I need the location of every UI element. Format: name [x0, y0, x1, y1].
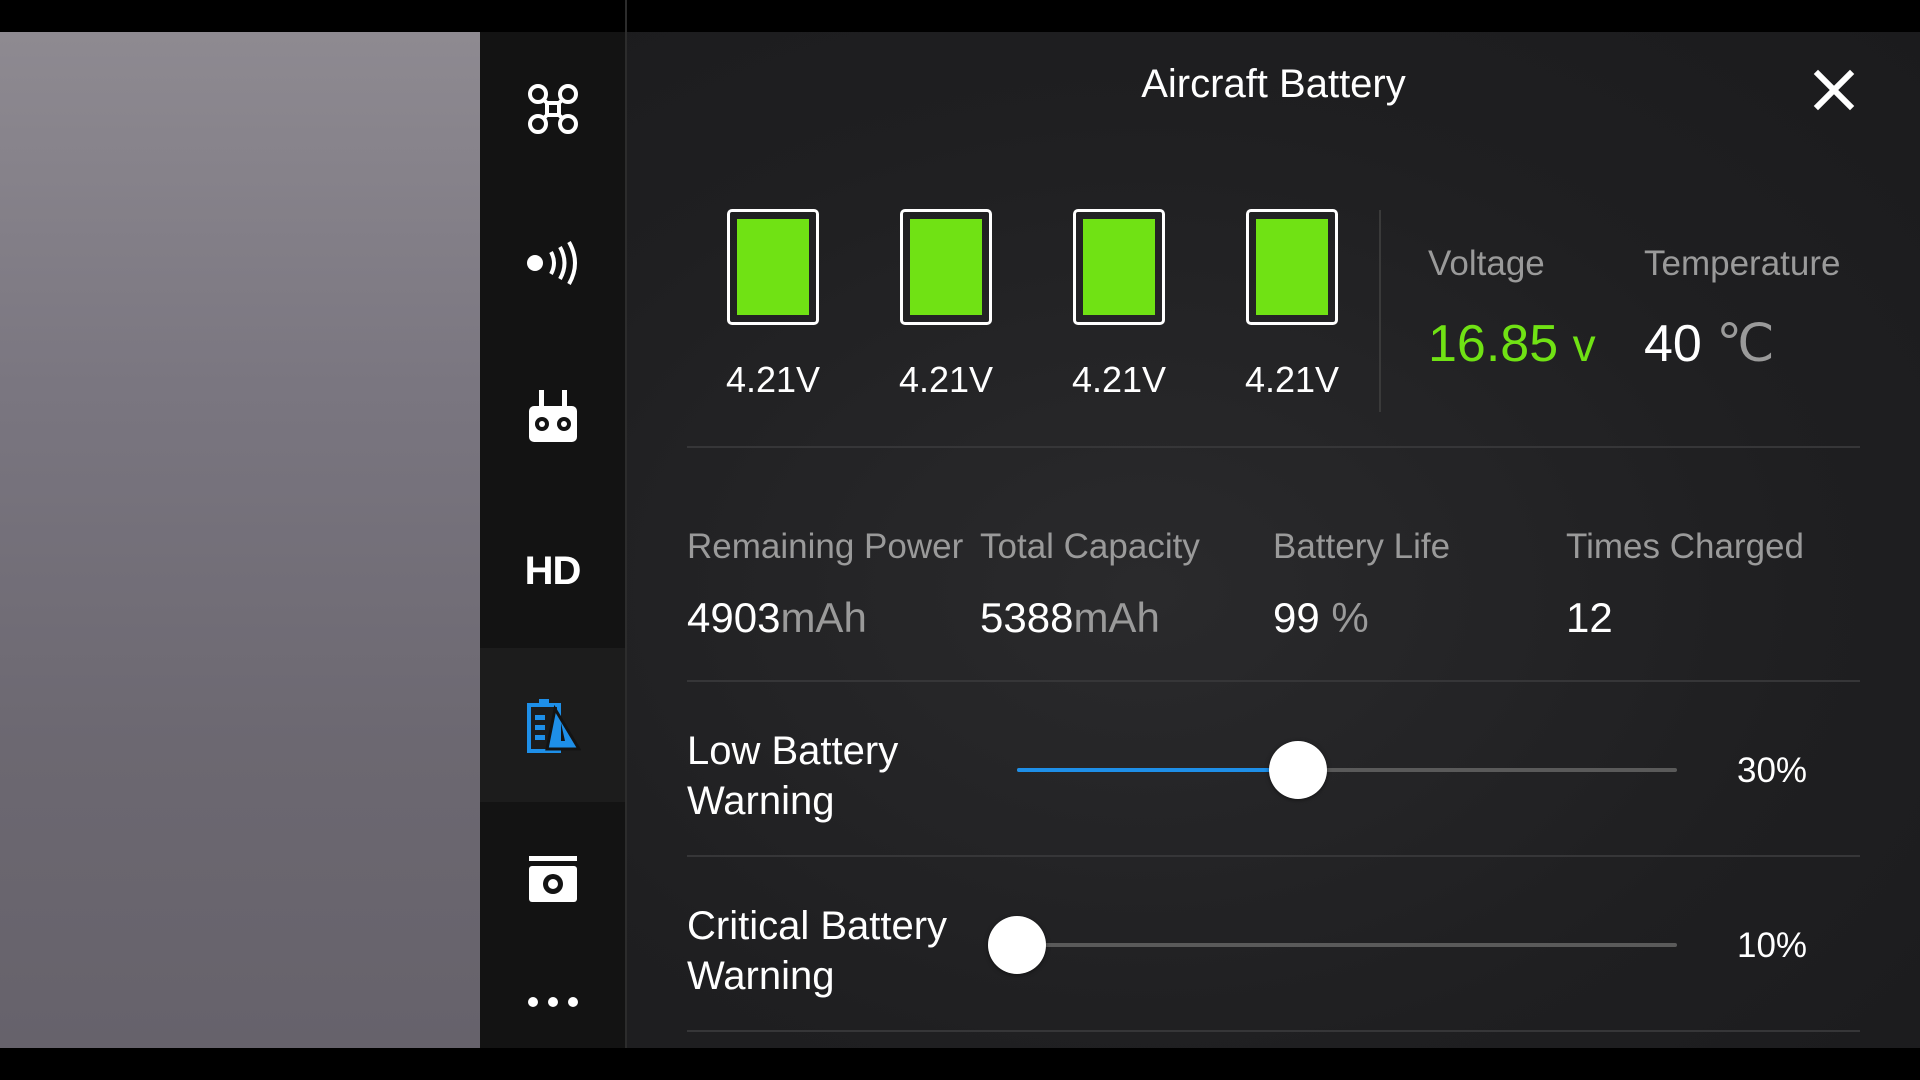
sidebar-item-more[interactable]	[480, 956, 625, 1048]
cell-indicator	[727, 209, 819, 325]
temperature-label: Temperature	[1644, 244, 1841, 283]
remaining-power-label: Remaining Power	[687, 527, 964, 566]
settings-sidebar: HD	[480, 32, 625, 1048]
battery-icon	[526, 699, 581, 753]
low-battery-label-line1: Low Battery	[687, 729, 899, 773]
battery-life-value: 99 %	[1273, 594, 1369, 642]
cell-fill	[737, 219, 809, 315]
cell-indicator	[900, 209, 992, 325]
sidebar-item-battery[interactable]	[480, 648, 625, 802]
sidebar-item-remote-controller[interactable]	[480, 340, 625, 494]
section-divider	[687, 855, 1860, 857]
cells-separator	[1379, 210, 1381, 412]
section-divider	[687, 446, 1860, 448]
times-charged-label: Times Charged	[1566, 527, 1804, 566]
remaining-power-number: 4903	[687, 594, 781, 641]
slider-thumb[interactable]	[988, 916, 1046, 974]
low-battery-warning-value: 30%	[1737, 751, 1808, 790]
battery-cell-2: 4.21V	[896, 209, 996, 401]
cell-indicator	[1073, 209, 1165, 325]
battery-cell-3: 4.21V	[1069, 209, 1169, 401]
temperature-unit: ℃	[1716, 315, 1775, 373]
cell-voltage: 4.21V	[898, 359, 994, 400]
close-button[interactable]	[1812, 68, 1856, 112]
battery-cell-4: 4.21V	[1242, 209, 1342, 401]
voltage-value: 16.85 v	[1428, 314, 1596, 374]
critical-battery-label-line1: Critical Battery	[687, 904, 948, 948]
cell-voltage: 4.21V	[1244, 359, 1340, 400]
cell-voltage: 4.21V	[1071, 359, 1167, 400]
top-frame-bar	[0, 0, 1920, 32]
low-battery-label-line2: Warning	[687, 779, 835, 823]
battery-life-number: 99	[1273, 594, 1320, 641]
slider-fill	[1017, 768, 1298, 772]
panel-title: Aircraft Battery	[1141, 62, 1406, 106]
more-icon	[527, 997, 578, 1007]
camera-preview[interactable]	[0, 32, 480, 1048]
low-battery-warning-slider[interactable]	[1017, 741, 1677, 799]
slider-track	[1017, 943, 1677, 947]
remaining-power-unit: mAh	[780, 594, 867, 641]
signal-icon	[526, 241, 577, 285]
slider-thumb[interactable]	[1268, 741, 1327, 799]
aircraft-icon	[527, 84, 578, 134]
sidebar-item-signal[interactable]	[480, 186, 625, 340]
cell-voltage: 4.21V	[725, 359, 821, 400]
voltage-label: Voltage	[1428, 244, 1545, 283]
temperature-value: 40 ℃	[1644, 314, 1775, 374]
sidebar-item-hd[interactable]: HD	[480, 494, 625, 648]
cell-indicator	[1246, 209, 1338, 325]
hd-icon: HD	[524, 548, 582, 593]
aircraft-battery-panel: Aircraft Battery 4.21V 4.21V 4.21V 4.21V…	[627, 32, 1920, 1048]
total-capacity-number: 5388	[980, 594, 1074, 641]
sidebar-item-aircraft[interactable]	[480, 32, 625, 186]
section-divider	[687, 1030, 1860, 1032]
voltage-unit: v	[1572, 319, 1596, 371]
section-divider	[687, 680, 1860, 682]
cell-fill	[1083, 219, 1155, 315]
remote-controller-icon	[528, 390, 577, 442]
cell-fill	[1256, 219, 1328, 315]
total-capacity-value: 5388mAh	[980, 594, 1160, 642]
remaining-power-value: 4903mAh	[687, 594, 867, 642]
battery-life-label: Battery Life	[1273, 527, 1451, 566]
battery-cell-1: 4.21V	[723, 209, 823, 401]
sidebar-item-camera[interactable]	[480, 802, 625, 956]
bottom-frame-bar	[0, 1048, 1920, 1080]
times-charged-value: 12	[1566, 594, 1613, 641]
critical-battery-label-line2: Warning	[687, 954, 835, 998]
critical-battery-warning-slider[interactable]	[988, 916, 1677, 974]
close-icon	[1813, 69, 1855, 111]
temperature-number: 40	[1644, 315, 1702, 373]
critical-battery-warning-label: Critical Battery Warning	[687, 901, 947, 1001]
low-battery-warning-label: Low Battery Warning	[687, 726, 898, 826]
voltage-number: 16.85	[1428, 315, 1559, 373]
camera-icon	[528, 856, 577, 902]
total-capacity-label: Total Capacity	[980, 527, 1200, 566]
total-capacity-unit: mAh	[1073, 594, 1160, 641]
battery-life-unit: %	[1331, 594, 1369, 641]
critical-battery-warning-value: 10%	[1737, 926, 1808, 965]
cell-fill	[910, 219, 982, 315]
